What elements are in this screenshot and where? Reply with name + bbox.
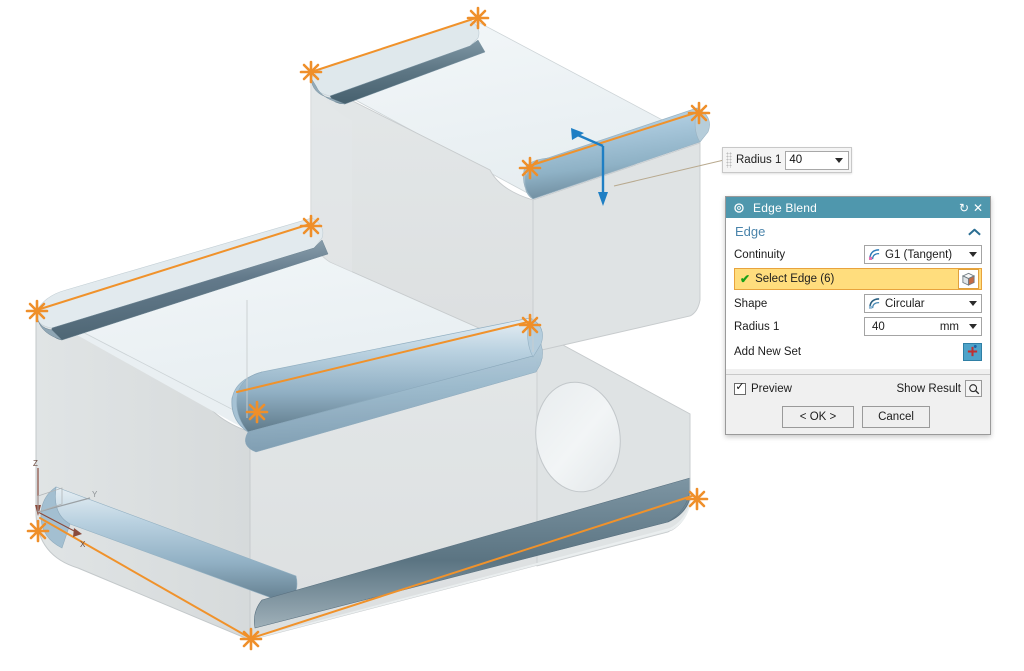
radius-value: 40 [872,320,885,333]
chevron-down-icon[interactable] [969,324,977,329]
cube-select-icon[interactable] [958,269,979,289]
continuity-row: Continuity G1 (Tangent) [726,243,990,266]
add-new-set-label: Add New Set [734,345,802,358]
dialog-body: Edge Continuity G1 (Tangent) ✔ Select Ed… [726,218,990,369]
triad-z-label: Z [33,459,38,468]
edge-group-header[interactable]: Edge [726,218,990,243]
drag-grip-icon[interactable] [726,152,732,168]
continuity-select[interactable]: G1 (Tangent) [864,245,982,264]
cad-viewport[interactable]: Z X Y Radius 1 40 Edge Blend ↻ ✕ Edge Co… [0,0,1024,671]
edge-blend-dialog[interactable]: Edge Blend ↻ ✕ Edge Continuity G1 (Tange… [725,196,991,435]
triad-x-label: X [80,540,86,549]
curve-continuity-icon [868,248,880,260]
preview-row: ✓ Preview Show Result [734,380,982,397]
shape-select[interactable]: Circular [864,294,982,313]
edge-group-title: Edge [735,224,766,239]
add-new-set-row[interactable]: Add New Set [726,338,990,365]
magnifier-icon[interactable] [965,380,982,397]
floating-radius-field[interactable]: 40 [785,150,849,170]
shape-row: Shape Circular [726,292,990,315]
continuity-label: Continuity [734,248,786,261]
triad-y-label: Y [92,490,98,499]
shape-value: Circular [885,297,925,310]
arc-shape-icon [868,297,880,309]
add-plus-icon[interactable] [963,342,982,361]
gear-icon [732,201,746,215]
ok-button[interactable]: < OK > [782,406,854,428]
shape-label: Shape [734,297,768,310]
checkbox-check: ✓ [735,381,745,393]
check-icon: ✔ [740,272,751,286]
select-edge-label: Select Edge (6) [755,273,835,285]
continuity-value: G1 (Tangent) [885,248,953,261]
chevron-up-icon[interactable] [968,227,981,236]
preview-label: Preview [751,382,792,395]
reset-icon[interactable]: ↻ [957,201,971,215]
close-icon[interactable]: ✕ [971,201,985,215]
show-result-label: Show Result [896,382,961,395]
show-result-group[interactable]: Show Result [896,380,982,397]
chevron-down-icon[interactable] [835,157,843,163]
radius-unit: mm [939,320,959,333]
radius-label: Radius 1 [734,320,780,333]
preview-checkbox[interactable]: ✓ [734,381,746,395]
radius-row: Radius 1 40 mm [726,315,990,338]
floating-radius-input[interactable]: Radius 1 40 [722,147,852,173]
chevron-down-icon[interactable] [969,301,977,306]
floating-radius-label: Radius 1 [736,154,782,166]
dialog-footer: ✓ Preview Show Result < OK > Cancel [726,375,990,434]
cancel-button[interactable]: Cancel [862,406,930,428]
solid-body [35,19,710,641]
dialog-title: Edge Blend [753,200,818,215]
select-edge-row[interactable]: ✔ Select Edge (6) [734,268,982,290]
radius-input[interactable]: 40 mm [864,317,982,336]
chevron-down-icon[interactable] [969,252,977,257]
dialog-titlebar[interactable]: Edge Blend ↻ ✕ [726,197,990,218]
dialog-button-row: < OK > Cancel [734,406,982,428]
floating-radius-value: 40 [789,154,803,166]
